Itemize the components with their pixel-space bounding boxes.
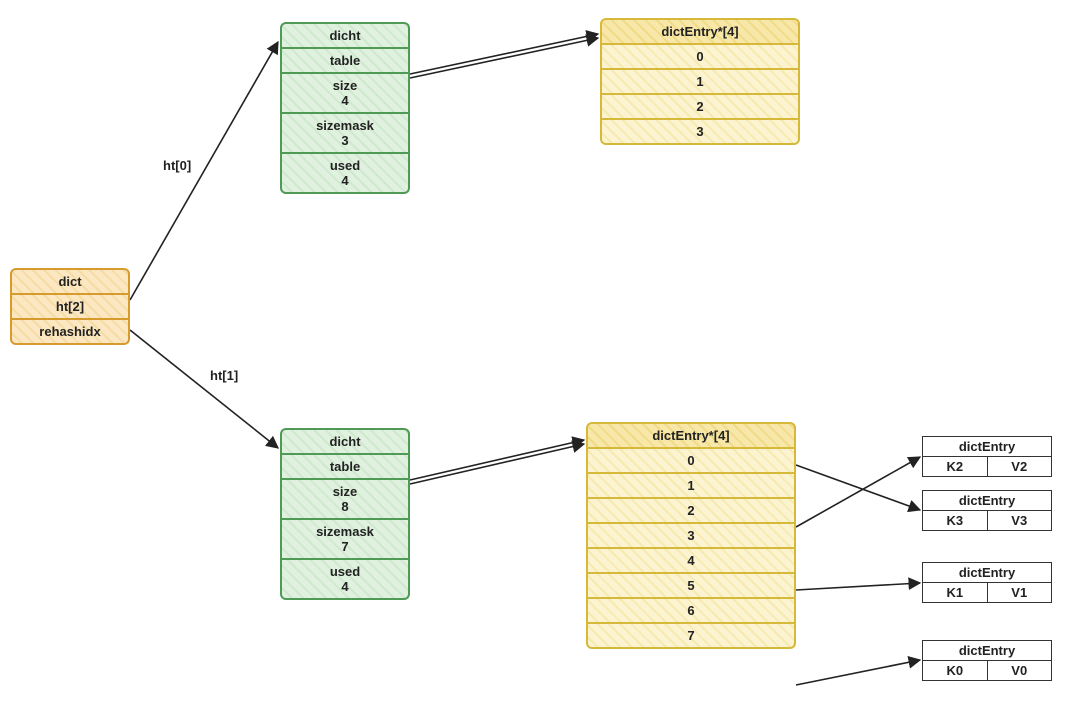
entry-array-ht1-slot: 6	[586, 599, 796, 624]
dict-entry-title: dictEntry	[922, 640, 1052, 661]
entry-array-ht0-slot: 1	[600, 70, 800, 95]
dict-struct: dict ht[2] rehashidx	[10, 268, 130, 345]
dicht-ht0-size: size 4	[280, 74, 410, 114]
dict-entry-title: dictEntry	[922, 490, 1052, 511]
entry-array-ht0-header: dictEntry*[4]	[600, 18, 800, 45]
dict-entry-val: V2	[988, 457, 1053, 477]
entry-array-ht1-slot: 0	[586, 449, 796, 474]
dict-rehashidx-field: rehashidx	[10, 320, 130, 345]
dict-entry-key: K0	[922, 661, 988, 681]
dicht-ht0-sizemask-label: sizemask	[290, 118, 400, 133]
entry-array-ht1-slot: 3	[586, 524, 796, 549]
dicht-ht1-sizemask-value: 7	[290, 539, 400, 554]
dicht-ht1: dicht table size 8 sizemask 7 used 4	[280, 428, 410, 600]
dict-entry: dictEntry K1 V1	[922, 562, 1052, 603]
dicht-ht0-sizemask-value: 3	[290, 133, 400, 148]
dicht-ht0-sizemask: sizemask 3	[280, 114, 410, 154]
dicht-ht1-used: used 4	[280, 560, 410, 600]
dicht-ht1-table: table	[280, 455, 410, 480]
dicht-ht1-title: dicht	[280, 428, 410, 455]
dict-entry: dictEntry K0 V0	[922, 640, 1052, 681]
dict-entry-title: dictEntry	[922, 436, 1052, 457]
entry-array-ht0-slot: 3	[600, 120, 800, 145]
dicht-ht1-used-label: used	[290, 564, 400, 579]
dict-entry-key: K2	[922, 457, 988, 477]
entry-array-ht0-slot: 0	[600, 45, 800, 70]
dict-entry-val: V1	[988, 583, 1053, 603]
entry-array-ht1-slot: 5	[586, 574, 796, 599]
entry-array-ht1-slot: 1	[586, 474, 796, 499]
dicht-ht0-table: table	[280, 49, 410, 74]
dicht-ht1-used-value: 4	[290, 579, 400, 594]
dicht-ht0-size-value: 4	[290, 93, 400, 108]
dict-entry-key: K3	[922, 511, 988, 531]
dict-entry: dictEntry K2 V2	[922, 436, 1052, 477]
dicht-ht0-size-label: size	[290, 78, 400, 93]
dict-entry: dictEntry K3 V3	[922, 490, 1052, 531]
entry-array-ht1-slot: 2	[586, 499, 796, 524]
dicht-ht1-size-label: size	[290, 484, 400, 499]
dicht-ht0-used-value: 4	[290, 173, 400, 188]
entry-array-ht0-slot: 2	[600, 95, 800, 120]
dicht-ht0: dicht table size 4 sizemask 3 used 4	[280, 22, 410, 194]
dicht-ht1-size: size 8	[280, 480, 410, 520]
dict-entry-val: V0	[988, 661, 1053, 681]
dicht-ht0-title: dicht	[280, 22, 410, 49]
dict-entry-title: dictEntry	[922, 562, 1052, 583]
dicht-ht0-used-label: used	[290, 158, 400, 173]
entry-array-ht0: dictEntry*[4] 0 1 2 3	[600, 18, 800, 145]
entry-array-ht1: dictEntry*[4] 0 1 2 3 4 5 6 7	[586, 422, 796, 649]
dict-entry-val: V3	[988, 511, 1053, 531]
entry-array-ht1-header: dictEntry*[4]	[586, 422, 796, 449]
dicht-ht0-used: used 4	[280, 154, 410, 194]
edge-label-ht0: ht[0]	[163, 158, 191, 173]
entry-array-ht1-slot: 4	[586, 549, 796, 574]
edge-label-ht1: ht[1]	[210, 368, 238, 383]
dict-title: dict	[10, 268, 130, 295]
dict-ht-field: ht[2]	[10, 295, 130, 320]
dicht-ht1-sizemask-label: sizemask	[290, 524, 400, 539]
entry-array-ht1-slot: 7	[586, 624, 796, 649]
dict-entry-key: K1	[922, 583, 988, 603]
dicht-ht1-size-value: 8	[290, 499, 400, 514]
dicht-ht1-sizemask: sizemask 7	[280, 520, 410, 560]
